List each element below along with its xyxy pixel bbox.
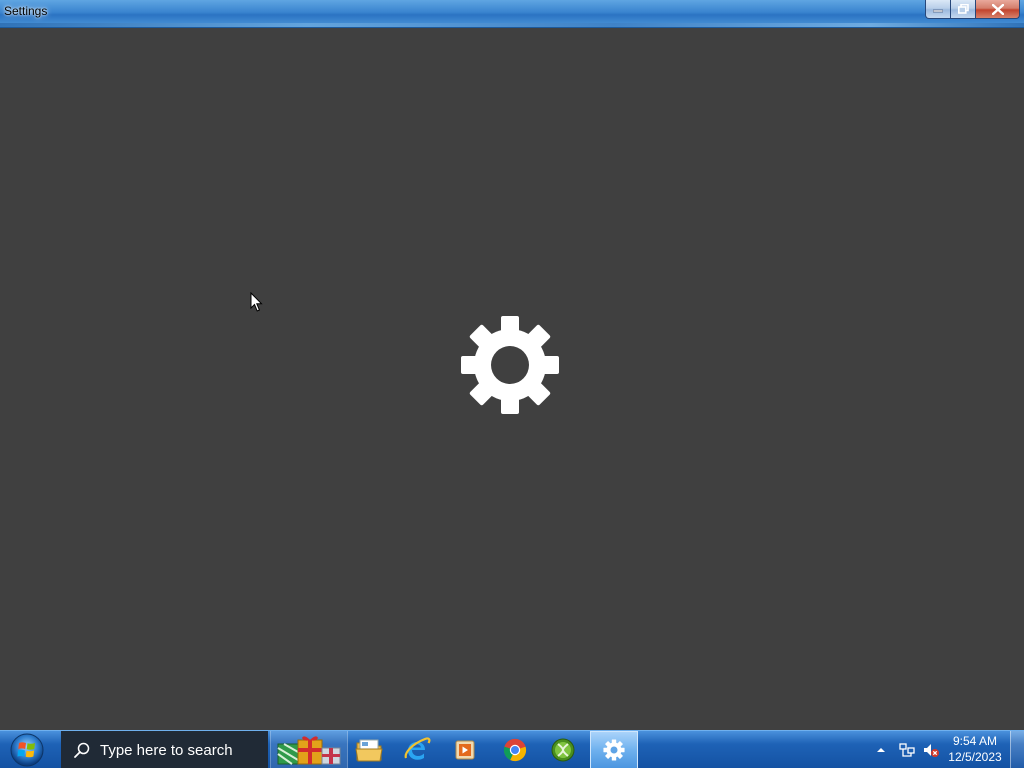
close-button[interactable] bbox=[976, 0, 1020, 19]
minimize-button[interactable] bbox=[925, 0, 951, 19]
taskbar-item-media-player[interactable] bbox=[442, 731, 488, 768]
taskbar: Type here to search 9:54 AM 12/5/2023 bbox=[0, 730, 1024, 768]
taskbar-item-file-explorer[interactable] bbox=[346, 731, 392, 768]
window-title-bar[interactable]: Settings bbox=[0, 0, 1024, 28]
search-box[interactable]: Type here to search bbox=[61, 731, 268, 768]
minimize-icon bbox=[933, 9, 943, 13]
windows-orb-icon bbox=[10, 733, 44, 767]
taskbar-item-settings[interactable] bbox=[590, 731, 638, 768]
window-controls bbox=[925, 0, 1020, 20]
media-player-icon bbox=[455, 740, 475, 760]
tray-volume[interactable] bbox=[922, 741, 940, 759]
chevron-up-icon bbox=[877, 748, 885, 752]
taskbar-item-chrome[interactable] bbox=[492, 731, 538, 768]
folder-icon bbox=[355, 739, 383, 762]
settings-splash-screen bbox=[0, 29, 1024, 730]
close-icon bbox=[991, 3, 1004, 15]
taskbar-item-internet-explorer[interactable] bbox=[394, 731, 440, 768]
gear-icon bbox=[461, 316, 559, 414]
taskbar-item-gifts[interactable] bbox=[270, 731, 348, 768]
mouse-cursor-icon bbox=[250, 292, 263, 312]
gear-icon bbox=[603, 739, 625, 761]
taskbar-item-xbox[interactable] bbox=[540, 731, 586, 768]
tray-network[interactable] bbox=[898, 741, 916, 759]
clock-date: 12/5/2023 bbox=[948, 750, 1002, 764]
start-button[interactable] bbox=[3, 732, 51, 768]
internet-explorer-icon bbox=[404, 737, 431, 760]
volume-muted-icon bbox=[924, 744, 939, 757]
clock-time: 9:54 AM bbox=[952, 734, 998, 748]
restore-button[interactable] bbox=[951, 0, 976, 19]
chrome-icon bbox=[503, 738, 527, 762]
search-icon bbox=[74, 742, 90, 758]
window-title: Settings bbox=[4, 4, 48, 18]
show-desktop-button[interactable] bbox=[1010, 731, 1024, 768]
network-icon bbox=[899, 743, 915, 757]
show-hidden-icons-button[interactable] bbox=[872, 741, 890, 759]
xbox-icon bbox=[551, 738, 575, 762]
gift-boxes-icon bbox=[277, 736, 341, 765]
system-clock[interactable]: 9:54 AM 12/5/2023 bbox=[944, 733, 1006, 765]
search-placeholder: Type here to search bbox=[100, 741, 233, 759]
restore-icon bbox=[957, 4, 969, 14]
